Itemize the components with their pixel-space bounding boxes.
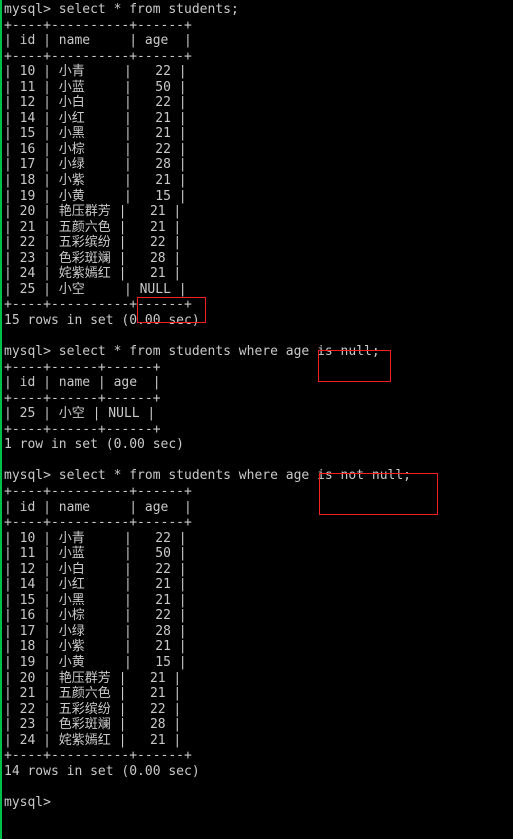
- cjk-text: 小蓝: [58, 79, 85, 95]
- cjk-text: 小黄: [58, 654, 85, 670]
- cjk-text: 艳压群芳: [58, 670, 111, 686]
- command-where-is-null: mysql> select * from students where age …: [4, 344, 380, 360]
- cjk-text: 五彩缤纷: [58, 701, 111, 717]
- full-table-row: | 19 | 小黄 | 15 |: [4, 188, 187, 204]
- is-not-null-table-row: | 19 | 小黄 | 15 |: [4, 654, 187, 670]
- cjk-text: 五颜六色: [58, 686, 111, 702]
- cjk-text: 小绿: [58, 623, 85, 639]
- cjk-text: 小黑: [58, 126, 85, 142]
- full-table-row: | 21 | 五颜六色 | 21 |: [4, 219, 182, 235]
- full-table-row: | 20 | 艳压群芳 | 21 |: [4, 204, 182, 220]
- full-table-row: | 14 | 小红 | 21 |: [4, 110, 187, 126]
- cjk-text: 色彩斑斓: [58, 717, 111, 733]
- cjk-text: 小空: [58, 281, 85, 297]
- full-table-row: | 25 | 小空 | NULL |: [4, 281, 187, 297]
- is-not-null-table-row: | 20 | 艳压群芳 | 21 |: [4, 670, 182, 686]
- full-table-row: | 12 | 小白 | 22 |: [4, 95, 187, 111]
- command-where-is-not-null: mysql> select * from students where age …: [4, 468, 411, 484]
- cjk-text: 姹紫嫣红: [58, 732, 111, 748]
- cjk-text: 小棕: [58, 141, 85, 157]
- mysql-terminal[interactable]: mysql> select * from students; +----+----…: [0, 0, 513, 839]
- full-table-status: 15 rows in set (0.00 sec): [4, 312, 200, 328]
- is-not-null-table-row: | 22 | 五彩缤纷 | 22 |: [4, 701, 182, 717]
- cjk-text: 五彩缤纷: [58, 235, 111, 251]
- cjk-text: 小黄: [58, 188, 85, 204]
- full-table-rule-header: +----+----------+------+: [4, 48, 192, 64]
- is-not-null-table-row: | 23 | 色彩斑斓 | 28 |: [4, 717, 182, 733]
- is-not-null-table-rule-top: +----+----------+------+: [4, 483, 192, 499]
- cjk-text: 小棕: [58, 608, 85, 624]
- is-not-null-table-row: | 11 | 小蓝 | 50 |: [4, 546, 187, 562]
- cjk-text: 小紫: [58, 173, 85, 189]
- cjk-text: 小蓝: [58, 546, 85, 562]
- is-null-table-rule-bottom: +----+------+------+: [4, 421, 161, 437]
- is-not-null-table-row: | 15 | 小黑 | 21 |: [4, 592, 187, 608]
- full-table-row: | 23 | 色彩斑斓 | 28 |: [4, 250, 182, 266]
- final-prompt: mysql>: [4, 794, 51, 810]
- is-not-null-table-row: | 14 | 小红 | 21 |: [4, 577, 187, 593]
- is-null-table-rule-top: +----+------+------+: [4, 359, 161, 375]
- is-not-null-table-row: | 10 | 小青 | 22 |: [4, 530, 187, 546]
- cjk-text: 艳压群芳: [58, 204, 111, 220]
- command-select-all: mysql> select * from students;: [4, 2, 239, 17]
- cjk-text: 五颜六色: [58, 219, 111, 235]
- cjk-text: 小白: [58, 561, 85, 577]
- cjk-text: 小青: [58, 530, 85, 546]
- full-table-row: | 17 | 小绿 | 28 |: [4, 157, 187, 173]
- full-table-header: | id | name | age |: [4, 33, 192, 49]
- is-null-table-header: | id | name | age |: [4, 375, 161, 391]
- full-table-rule-top: +----+----------+------+: [4, 17, 192, 33]
- cjk-text: 小红: [58, 577, 85, 593]
- is-not-null-table-rule-bottom: +----+----------+------+: [4, 748, 192, 764]
- is-not-null-table-row: | 17 | 小绿 | 28 |: [4, 623, 187, 639]
- is-null-table-status: 1 row in set (0.00 sec): [4, 437, 185, 453]
- is-not-null-table-header: | id | name | age |: [4, 499, 192, 515]
- is-not-null-table-row: | 18 | 小紫 | 21 |: [4, 639, 187, 655]
- full-table-rule-bottom: +----+----------+------+: [4, 297, 192, 313]
- is-not-null-table-row: | 16 | 小棕 | 22 |: [4, 608, 187, 624]
- cjk-text: 小紫: [58, 639, 85, 655]
- full-table-row: | 22 | 五彩缤纷 | 22 |: [4, 235, 182, 251]
- cjk-text: 小黑: [58, 592, 85, 608]
- cjk-text: 小青: [58, 64, 85, 80]
- is-not-null-table-row: | 24 | 姹紫嫣红 | 21 |: [4, 732, 182, 748]
- is-not-null-table-row: | 12 | 小白 | 22 |: [4, 561, 187, 577]
- is-null-clause: is null;: [317, 344, 380, 360]
- cjk-text: 小空: [58, 406, 85, 422]
- cjk-text: 小红: [58, 110, 85, 126]
- full-table-row: | 18 | 小紫 | 21 |: [4, 173, 187, 189]
- full-table-row: | 10 | 小青 | 22 |: [4, 64, 187, 80]
- is-not-null-clause: is not null;: [317, 468, 411, 484]
- full-table-row: | 16 | 小棕 | 22 |: [4, 141, 187, 157]
- cjk-text: 色彩斑斓: [58, 250, 111, 266]
- full-table-row: | 15 | 小黑 | 21 |: [4, 126, 187, 142]
- is-not-null-table-status: 14 rows in set (0.00 sec): [4, 763, 200, 779]
- is-not-null-table-rule-header: +----+----------+------+: [4, 515, 192, 531]
- terminal-left-accent-bar: [0, 0, 2, 839]
- cjk-text: 小绿: [58, 157, 85, 173]
- full-table-row: | 24 | 姹紫嫣红 | 21 |: [4, 266, 182, 282]
- cjk-text: 小白: [58, 95, 85, 111]
- is-null-table-row: | 25 | 小空 | NULL |: [4, 406, 156, 422]
- is-null-table-rule-header: +----+------+------+: [4, 390, 161, 406]
- full-table-row: | 11 | 小蓝 | 50 |: [4, 79, 187, 95]
- cjk-text: 姹紫嫣红: [58, 266, 111, 282]
- is-not-null-table-row: | 21 | 五颜六色 | 21 |: [4, 686, 182, 702]
